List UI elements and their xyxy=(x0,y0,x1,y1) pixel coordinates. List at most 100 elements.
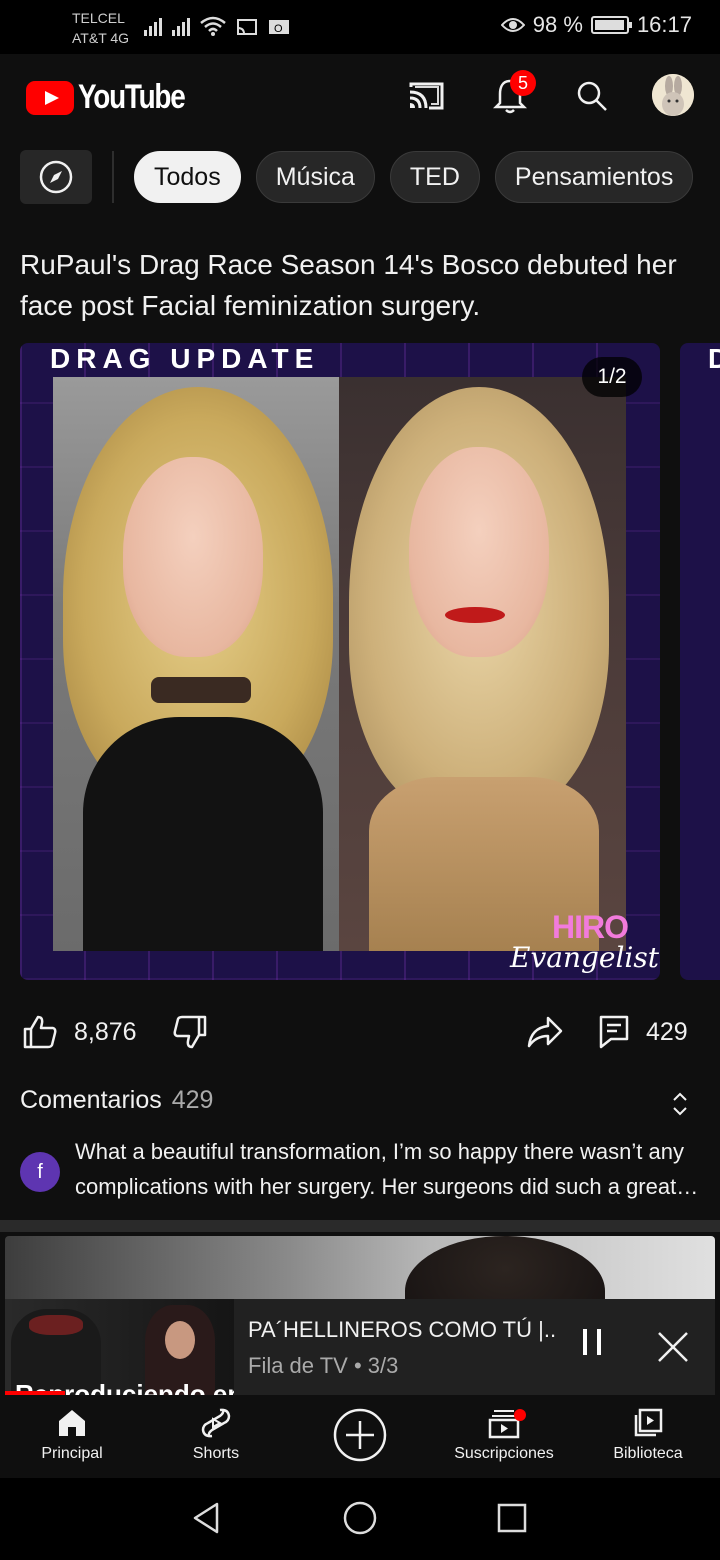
close-icon xyxy=(658,1332,688,1362)
home-circle-icon xyxy=(343,1501,377,1535)
youtube-play-icon xyxy=(26,80,74,115)
system-recents-button[interactable] xyxy=(492,1498,532,1538)
watermark-evangelista: Evangelista xyxy=(510,941,660,974)
post-image-card[interactable]: DRAG UPDATE 1/2 HIRO Evangelista xyxy=(20,343,660,980)
nav-shorts-label: Shorts xyxy=(192,1445,240,1462)
bottom-navigation: Principal Shorts Suscripciones Bibliotec… xyxy=(0,1395,720,1478)
nav-home[interactable]: Principal xyxy=(12,1407,132,1463)
search-icon xyxy=(577,81,607,111)
system-navigation xyxy=(0,1478,720,1560)
comment-icon xyxy=(599,1015,629,1049)
nav-subscriptions-label: Suscripciones xyxy=(454,1445,554,1462)
nav-shorts[interactable]: Shorts xyxy=(156,1407,276,1463)
clock: 16:17 xyxy=(636,12,692,37)
search-button[interactable] xyxy=(572,76,612,116)
youtube-logo[interactable]: YouTube xyxy=(26,78,208,117)
comments-count: 429 xyxy=(171,1086,214,1114)
comments-button[interactable]: 429 xyxy=(598,1014,688,1050)
share-button[interactable] xyxy=(526,1014,564,1050)
thumbs-up-icon xyxy=(23,1015,57,1049)
nav-home-label: Principal xyxy=(41,1445,103,1462)
carrier-1: TELCEL xyxy=(72,10,125,26)
pause-button[interactable] xyxy=(577,1329,607,1365)
thumbs-down-icon xyxy=(173,1015,207,1049)
face-right xyxy=(409,447,549,657)
chip-pensamientos[interactable]: Pensamientos xyxy=(494,151,694,203)
section-divider xyxy=(0,1220,720,1232)
chip-musica[interactable]: Música xyxy=(255,151,375,203)
dislike-button[interactable] xyxy=(172,1014,208,1050)
pause-bar xyxy=(583,1329,587,1355)
miniplayer[interactable]: Reproduciendo en PA´HELLINEROS COMO TÚ |… xyxy=(5,1299,715,1395)
nav-subscriptions[interactable]: Suscripciones xyxy=(444,1407,564,1463)
filter-chips: Todos Música TED Pensamientos xyxy=(20,150,708,204)
nav-library[interactable]: Biblioteca xyxy=(588,1407,708,1463)
miniplayer-thumbnail[interactable]: Reproduciendo en xyxy=(5,1299,234,1395)
explore-button[interactable] xyxy=(20,150,92,204)
svg-text:O: O xyxy=(274,23,283,35)
photo-after xyxy=(339,377,626,951)
miniplayer-title: PA´HELLINEROS COMO TÚ |... xyxy=(248,1317,558,1342)
signal-icon xyxy=(172,16,190,36)
library-icon xyxy=(634,1408,663,1437)
miniplayer-subtitle: Fila de TV • 3/3 xyxy=(248,1353,399,1378)
next-card-letter: D xyxy=(708,343,720,374)
carrier-2: AT&T 4G xyxy=(72,30,130,46)
commenter-avatar: f xyxy=(20,1152,60,1192)
shorts-icon xyxy=(201,1408,231,1438)
avatar-image xyxy=(652,74,694,116)
wifi-icon xyxy=(200,16,226,36)
notification-badge: 5 xyxy=(510,70,536,96)
cast-status-icon xyxy=(237,19,257,35)
comment-count: 429 xyxy=(646,1017,688,1046)
new-content-dot xyxy=(514,1409,526,1421)
chip-divider xyxy=(112,151,114,203)
system-home-button[interactable] xyxy=(340,1498,380,1538)
nav-create[interactable] xyxy=(300,1407,420,1463)
image-counter: 1/2 xyxy=(582,357,642,397)
system-back-button[interactable] xyxy=(186,1498,226,1538)
comments-header[interactable]: Comentarios 429 xyxy=(20,1086,700,1120)
chip-ted[interactable]: TED xyxy=(389,151,480,203)
thumb-hat xyxy=(29,1315,83,1335)
tank-top-left xyxy=(83,717,323,951)
outlook-icon: O xyxy=(269,20,289,35)
status-icons: O xyxy=(144,16,290,36)
back-triangle-icon xyxy=(193,1502,219,1534)
recents-square-icon xyxy=(497,1503,527,1533)
face-left xyxy=(123,457,263,657)
compass-icon xyxy=(39,160,73,194)
post-title: RuPaul's Drag Race Season 14's Bosco deb… xyxy=(20,249,677,321)
next-image-card[interactable]: D xyxy=(680,343,720,980)
logo-text: YouTube xyxy=(78,78,186,116)
close-button[interactable] xyxy=(655,1329,691,1365)
nav-library-label: Biblioteca xyxy=(613,1445,683,1462)
chip-todos[interactable]: Todos xyxy=(134,151,241,203)
cast-icon xyxy=(409,82,444,110)
create-icon xyxy=(333,1408,387,1462)
share-icon xyxy=(527,1016,563,1048)
comment-text: What a beautiful transformation, I’m so … xyxy=(75,1139,684,1199)
cast-button[interactable] xyxy=(406,76,446,116)
app-header: YouTube 5 xyxy=(0,54,720,140)
notifications-button[interactable]: 5 xyxy=(490,70,536,116)
photo-before xyxy=(53,377,339,951)
post-actions: 8,876 429 xyxy=(0,1010,720,1066)
choker-left xyxy=(151,677,251,703)
home-icon xyxy=(59,1410,85,1436)
image-banner: DRAG UPDATE xyxy=(50,343,320,374)
pause-bar xyxy=(597,1329,601,1355)
expand-icon xyxy=(673,1092,687,1116)
status-right: 98 % 16:17 xyxy=(500,12,692,38)
lips-right xyxy=(445,607,505,623)
signal-icon xyxy=(144,16,162,36)
like-count: 8,876 xyxy=(74,1017,137,1046)
carrier-info: TELCEL AT&T 4G xyxy=(72,8,129,48)
account-avatar[interactable] xyxy=(652,74,694,116)
battery-icon xyxy=(590,16,632,34)
battery-percent: 98 % xyxy=(532,12,583,37)
status-bar: TELCEL AT&T 4G O 98 % 16:17 xyxy=(0,0,720,54)
thumb-face xyxy=(165,1321,195,1359)
like-button[interactable]: 8,876 xyxy=(22,1014,137,1050)
comments-label: Comentarios xyxy=(20,1086,162,1114)
